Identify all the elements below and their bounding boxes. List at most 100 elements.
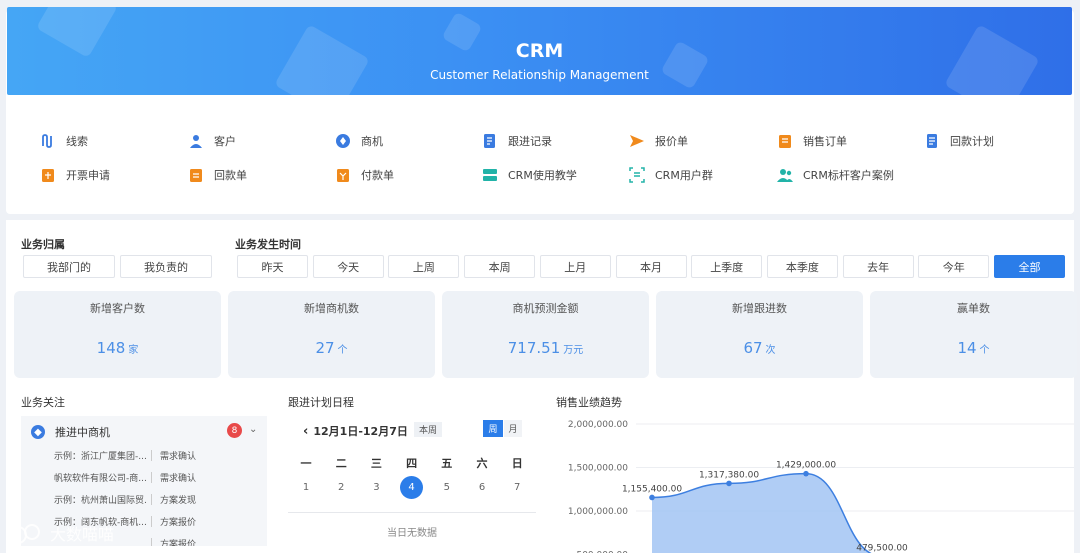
weekday-label: 五 bbox=[441, 457, 453, 470]
shortcut-label: 商机 bbox=[361, 135, 383, 148]
calendar-day[interactable]: 4 bbox=[400, 476, 424, 499]
stat-unit: 个 bbox=[337, 345, 348, 356]
shortcut-receipt[interactable]: 回款单 bbox=[188, 164, 247, 186]
calendar-day[interactable]: 1 bbox=[296, 482, 316, 493]
stat-title: 新增商机数 bbox=[304, 302, 359, 315]
shortcut-tutorial[interactable]: CRM使用教学 bbox=[482, 164, 577, 186]
stat-value: 67 次 bbox=[743, 339, 776, 357]
time-filter-button[interactable]: 今年 bbox=[918, 255, 990, 278]
shortcut-quote[interactable]: 报价单 bbox=[629, 130, 688, 152]
case-icon bbox=[777, 167, 793, 183]
shortcut-label: CRM标杆客户案例 bbox=[803, 169, 894, 182]
divider bbox=[151, 472, 152, 483]
stat-card[interactable]: 新增跟进数 67 次 bbox=[656, 291, 863, 378]
time-filter-button[interactable]: 上周 bbox=[388, 255, 460, 278]
divider bbox=[151, 516, 152, 527]
opportunity-stage: 方案报价 bbox=[160, 518, 197, 528]
calendar-day[interactable]: 3 bbox=[366, 482, 386, 493]
focus-header[interactable]: ◆ 推进中商机 bbox=[31, 424, 110, 440]
stat-unit: 家 bbox=[128, 345, 139, 356]
shortcut-customer[interactable]: 客户 bbox=[188, 130, 236, 152]
shortcut-opportunity[interactable]: 商机 bbox=[335, 130, 383, 152]
this-week-button[interactable]: 本周 bbox=[414, 422, 443, 437]
customer-icon bbox=[188, 133, 204, 149]
list-item[interactable]: 帆软软件有限公司-商... 需求确认 bbox=[54, 471, 196, 485]
stat-card[interactable]: 商机预测金额 717.51 万元 bbox=[442, 291, 649, 378]
shortcut-user-group[interactable]: CRM用户群 bbox=[629, 164, 713, 186]
opportunity-stage: 需求确认 bbox=[160, 452, 197, 462]
time-filter-button[interactable]: 本周 bbox=[464, 255, 536, 278]
tutorial-icon bbox=[482, 167, 498, 183]
opportunity-stage: 方案发现 bbox=[160, 496, 197, 506]
area-fill bbox=[652, 473, 871, 553]
shortcut-label: 付款单 bbox=[361, 169, 394, 182]
view-week-button[interactable]: 周 bbox=[483, 420, 503, 437]
time-filter-button[interactable]: 上月 bbox=[539, 255, 611, 278]
divider bbox=[288, 512, 536, 513]
weekday-label: 四 bbox=[406, 457, 418, 470]
calendar-title: 跟进计划日程 bbox=[288, 396, 354, 409]
opportunity-stage: 需求确认 bbox=[160, 474, 197, 484]
banner-subtitle: Customer Relationship Management bbox=[430, 68, 649, 82]
calendar-range: 12月1日-12月7日 bbox=[313, 425, 408, 438]
time-filter-button[interactable]: 本月 bbox=[615, 255, 687, 278]
shortcut-label: 回款单 bbox=[214, 169, 247, 182]
focus-header-label: 推进中商机 bbox=[55, 426, 110, 439]
divider bbox=[151, 494, 152, 505]
ownership-button[interactable]: 我负责的 bbox=[120, 255, 212, 278]
chevron-left-icon[interactable]: ‹ bbox=[303, 424, 308, 439]
time-filter-button[interactable]: 今天 bbox=[312, 255, 384, 278]
y-tick-label: 1,500,000.00 bbox=[568, 464, 628, 474]
opportunity-icon: ◆ bbox=[31, 425, 45, 439]
stat-unit: 次 bbox=[765, 345, 776, 356]
time-filter-button[interactable]: 全部 bbox=[994, 255, 1065, 278]
divider bbox=[151, 450, 152, 461]
time-label: 业务发生时间 bbox=[235, 238, 301, 251]
sales-order-icon bbox=[777, 133, 793, 149]
banner-title: CRM bbox=[515, 40, 564, 62]
time-filter-button[interactable]: 昨天 bbox=[237, 255, 308, 278]
chevron-down-icon[interactable]: ⌄ bbox=[249, 424, 257, 435]
stat-card[interactable]: 赢单数 14 个 bbox=[870, 291, 1077, 378]
weekday-label: 三 bbox=[370, 457, 382, 470]
time-filter-button[interactable]: 上季度 bbox=[691, 255, 763, 278]
data-label: 1,429,000.00 bbox=[776, 461, 836, 471]
data-label: 1,317,380.00 bbox=[699, 470, 759, 480]
crm-banner: CRM Customer Relationship Management bbox=[7, 7, 1072, 95]
ownership-button[interactable]: 我部门的 bbox=[23, 255, 115, 278]
calendar-day[interactable]: 2 bbox=[331, 482, 351, 493]
shortcut-follow-record[interactable]: 跟进记录 bbox=[482, 130, 552, 152]
list-item[interactable]: 示例：浙江广厦集团-... 需求确认 bbox=[54, 449, 196, 463]
weekday-label: 一 bbox=[300, 457, 312, 470]
list-item[interactable]: 示例：杭州萧山国际贸... 方案发现 bbox=[54, 493, 196, 507]
shortcut-clue[interactable]: 线索 bbox=[40, 130, 88, 152]
stat-unit: 个 bbox=[979, 345, 990, 356]
stat-title: 新增客户数 bbox=[90, 302, 145, 315]
focus-title: 业务关注 bbox=[21, 396, 65, 409]
shortcut-payment[interactable]: 付款单 bbox=[335, 164, 394, 186]
watermark-logo-icon bbox=[9, 524, 40, 544]
y-tick-label: 1,000,000.00 bbox=[568, 507, 628, 517]
shortcut-invoice[interactable]: 开票申请 bbox=[40, 164, 110, 186]
shortcut-sales-order[interactable]: 销售订单 bbox=[777, 130, 847, 152]
payment-icon bbox=[335, 167, 351, 183]
shortcut-label: 开票申请 bbox=[66, 169, 110, 182]
stat-card[interactable]: 新增客户数 148 家 bbox=[14, 291, 221, 378]
opportunity-stage: 方案报价 bbox=[160, 540, 197, 546]
calendar-day[interactable]: 5 bbox=[437, 482, 457, 493]
stat-card[interactable]: 新增商机数 27 个 bbox=[228, 291, 435, 378]
time-filter-button[interactable]: 去年 bbox=[842, 255, 914, 278]
view-month-button[interactable]: 月 bbox=[504, 420, 522, 437]
opportunity-icon bbox=[335, 133, 351, 149]
follow-record-icon bbox=[482, 133, 498, 149]
shortcut-payment-plan[interactable]: 回款计划 bbox=[924, 130, 994, 152]
shortcut-label: 客户 bbox=[214, 135, 236, 148]
calendar-nav: ‹ 12月1日-12月7日 › bbox=[303, 423, 418, 439]
time-filter-button[interactable]: 本季度 bbox=[766, 255, 838, 278]
weekday-label: 二 bbox=[335, 457, 347, 470]
stat-value: 27 个 bbox=[315, 339, 348, 357]
quote-icon bbox=[629, 133, 645, 149]
calendar-day[interactable]: 7 bbox=[507, 482, 527, 493]
calendar-day[interactable]: 6 bbox=[472, 482, 492, 493]
shortcut-case[interactable]: CRM标杆客户案例 bbox=[777, 164, 894, 186]
